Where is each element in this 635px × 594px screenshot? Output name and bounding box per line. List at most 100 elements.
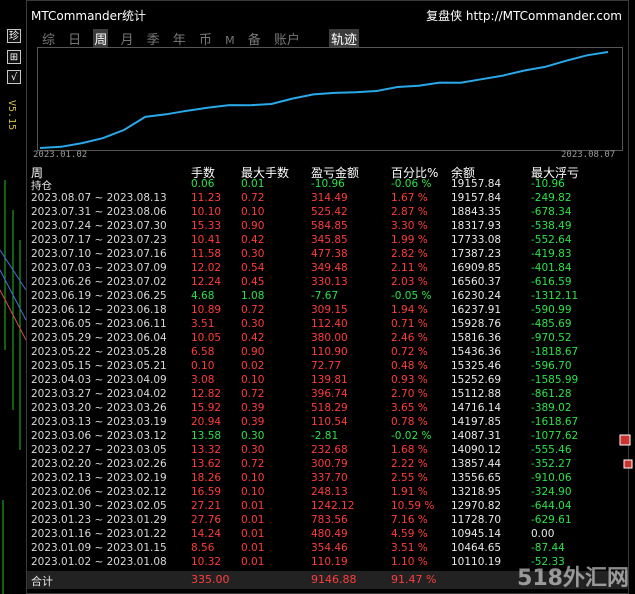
cell-period: 2023.04.03 ~ 2023.04.09 <box>31 374 167 386</box>
background-chart-fragment-right <box>619 434 633 469</box>
table-row[interactable]: 2023.02.06 ~ 2023.02.12 16.59 0.10 248.13 1.… <box>27 486 628 500</box>
cell-max-float: -87.44 <box>531 542 565 554</box>
table-row[interactable]: 2023.07.17 ~ 2023.07.23 10.41 0.42 345.85 1.… <box>27 234 628 248</box>
tab-account[interactable]: 账户 <box>273 29 301 48</box>
cell-period: 2023.01.02 ~ 2023.01.08 <box>31 556 167 568</box>
period-tabs: 综 日 周 月 季 年 币 M 备 账户 <box>41 29 308 48</box>
cell-period: 2023.07.10 ~ 2023.07.16 <box>31 248 167 260</box>
cell-max-lots: 0.72 <box>241 304 265 316</box>
cell-pnl: 314.49 <box>311 192 348 204</box>
check-icon-button[interactable]: √ <box>7 70 21 84</box>
total-pnl: 9146.88 <box>311 573 357 586</box>
cell-period: 2023.01.09 ~ 2023.01.15 <box>31 542 167 554</box>
cell-max-float: -1818.67 <box>531 346 579 358</box>
table-row[interactable]: 2023.02.27 ~ 2023.03.05 13.32 0.30 232.68 1.… <box>27 444 628 458</box>
cell-balance: 13218.95 <box>451 486 502 498</box>
table-row[interactable]: 2023.08.07 ~ 2023.08.13 11.23 0.72 314.49 1.… <box>27 192 628 206</box>
cell-lots: 10.41 <box>191 234 222 246</box>
cell-percent: 1.91 % <box>391 486 428 498</box>
holding-row[interactable]: 持仓 0.06 0.01 -10.96 -0.06 % 19157.84 -10… <box>27 178 628 192</box>
cell-max-float: -629.61 <box>531 514 572 526</box>
cell-lots: 12.82 <box>191 388 222 400</box>
cell-percent: 2.70 % <box>391 388 428 400</box>
cell-percent: 1.10 % <box>391 556 428 568</box>
total-label: 合计 <box>31 575 53 588</box>
cell-pnl: 330.13 <box>311 276 348 288</box>
table-row[interactable]: 2023.05.22 ~ 2023.05.28 6.58 0.90 110.90 0.7… <box>27 346 628 360</box>
cell-max-float: -1618.67 <box>531 416 579 428</box>
cell-balance: 10464.65 <box>451 542 502 554</box>
cell-lots: 0.10 <box>191 360 215 372</box>
cell-percent: 7.16 % <box>391 514 428 526</box>
table-row[interactable]: 2023.02.20 ~ 2023.02.26 13.62 0.72 300.79 2.… <box>27 458 628 472</box>
tab-trace[interactable]: 轨迹 <box>329 29 360 48</box>
cell-pnl: 380.00 <box>311 332 348 344</box>
tab-overview[interactable]: 综 <box>41 29 56 48</box>
table-row[interactable]: 2023.04.03 ~ 2023.04.09 3.08 0.10 139.81 0.9… <box>27 374 628 388</box>
table-row[interactable]: 2023.01.16 ~ 2023.01.22 14.24 0.01 480.49 4.… <box>27 528 628 542</box>
cell-period: 2023.06.19 ~ 2023.06.25 <box>31 290 167 302</box>
tab-quarter[interactable]: 季 <box>146 29 161 48</box>
table-row[interactable]: 2023.07.24 ~ 2023.07.30 15.33 0.90 584.85 3.… <box>27 220 628 234</box>
cell-balance: 15928.76 <box>451 318 502 330</box>
tab-notes[interactable]: 备 <box>247 29 262 48</box>
tab-currency[interactable]: 币 <box>198 29 213 48</box>
equity-curve-svg <box>39 51 609 149</box>
version-label: V5.15 <box>6 100 17 131</box>
cell-max-float: -1312.11 <box>531 290 579 302</box>
cell-lots: 12.24 <box>191 276 222 288</box>
table-row[interactable]: 2023.06.05 ~ 2023.06.11 3.51 0.30 112.40 0.7… <box>27 318 628 332</box>
grid-icon-button[interactable]: ⊞ <box>7 50 21 64</box>
table-row[interactable]: 2023.06.26 ~ 2023.07.02 12.24 0.45 330.13 2.… <box>27 276 628 290</box>
table-row[interactable]: 2023.07.31 ~ 2023.08.06 10.10 0.10 525.42 2.… <box>27 206 628 220</box>
table-row[interactable]: 2023.06.19 ~ 2023.06.25 4.68 1.08 -7.67 -0.0… <box>27 290 628 304</box>
cell-max-lots: 0.10 <box>241 206 265 218</box>
table-row[interactable]: 2023.05.15 ~ 2023.05.21 0.10 0.02 72.77 0.48… <box>27 360 628 374</box>
cell-max-float: -861.28 <box>531 388 572 400</box>
cell-period: 2023.01.30 ~ 2023.02.05 <box>31 500 167 512</box>
table-row[interactable]: 2023.07.03 ~ 2023.07.09 12.02 0.54 349.48 2.… <box>27 262 628 276</box>
cell-max-float: -389.02 <box>531 402 572 414</box>
holding-max-lots: 0.01 <box>241 178 265 190</box>
table-row[interactable]: 2023.01.09 ~ 2023.01.15 8.56 0.01 354.46 3.5… <box>27 542 628 556</box>
cell-lots: 10.10 <box>191 206 222 218</box>
cell-percent: 2.82 % <box>391 248 428 260</box>
cell-max-lots: 0.90 <box>241 220 265 232</box>
cell-percent: 0.48 % <box>391 360 428 372</box>
cell-balance: 16560.37 <box>451 276 502 288</box>
cell-max-lots: 0.30 <box>241 444 265 456</box>
tab-year[interactable]: 年 <box>172 29 187 48</box>
cell-period: 2023.01.16 ~ 2023.01.22 <box>31 528 167 540</box>
cell-balance: 19157.84 <box>451 192 502 204</box>
cell-balance: 10110.19 <box>451 556 502 568</box>
stats-window: MTCommander统计 复盘侠 http://MTCommander.com… <box>26 0 629 594</box>
tab-m[interactable]: M <box>224 34 236 47</box>
tab-week[interactable]: 周 <box>93 29 109 48</box>
table-row[interactable]: 2023.06.12 ~ 2023.06.18 10.89 0.72 309.15 1.… <box>27 304 628 318</box>
cell-pnl: 349.48 <box>311 262 348 274</box>
cell-max-lots: 0.42 <box>241 234 265 246</box>
tab-month[interactable]: 月 <box>119 29 134 48</box>
cell-percent: 1.68 % <box>391 444 428 456</box>
cell-balance: 14090.12 <box>451 444 502 456</box>
table-row[interactable]: 2023.05.29 ~ 2023.06.04 10.05 0.42 380.00 2.… <box>27 332 628 346</box>
table-row[interactable]: 2023.03.06 ~ 2023.03.12 13.58 0.30 -2.81 -0.… <box>27 430 628 444</box>
cell-percent: 0.71 % <box>391 318 428 330</box>
cell-period: 2023.02.13 ~ 2023.02.19 <box>31 472 167 484</box>
tab-day[interactable]: 日 <box>67 29 82 48</box>
cell-pnl: 248.13 <box>311 486 348 498</box>
table-row[interactable]: 2023.01.30 ~ 2023.02.05 27.21 0.01 1242.12 1… <box>27 500 628 514</box>
cell-pnl: 783.56 <box>311 514 348 526</box>
cell-balance: 16230.24 <box>451 290 502 302</box>
table-row[interactable]: 2023.07.10 ~ 2023.07.16 11.58 0.30 477.38 2.… <box>27 248 628 262</box>
table-row[interactable]: 2023.03.13 ~ 2023.03.19 20.94 0.39 110.54 0.… <box>27 416 628 430</box>
table-row[interactable]: 2023.01.23 ~ 2023.01.29 27.76 0.01 783.56 7.… <box>27 514 628 528</box>
table-row[interactable]: 2023.03.27 ~ 2023.04.02 12.82 0.72 396.74 2.… <box>27 388 628 402</box>
table-row[interactable]: 2023.03.20 ~ 2023.03.26 15.92 0.39 518.29 3.… <box>27 402 628 416</box>
table-row[interactable]: 2023.02.13 ~ 2023.02.19 18.26 0.10 337.70 2.… <box>27 472 628 486</box>
background-chart-fragment <box>0 180 26 594</box>
toolbar-button-1[interactable]: 珍 <box>7 29 21 43</box>
brand-link[interactable]: 复盘侠 http://MTCommander.com <box>426 7 622 24</box>
cell-period: 2023.06.05 ~ 2023.06.11 <box>31 318 167 330</box>
cell-pnl: 110.19 <box>311 556 348 568</box>
